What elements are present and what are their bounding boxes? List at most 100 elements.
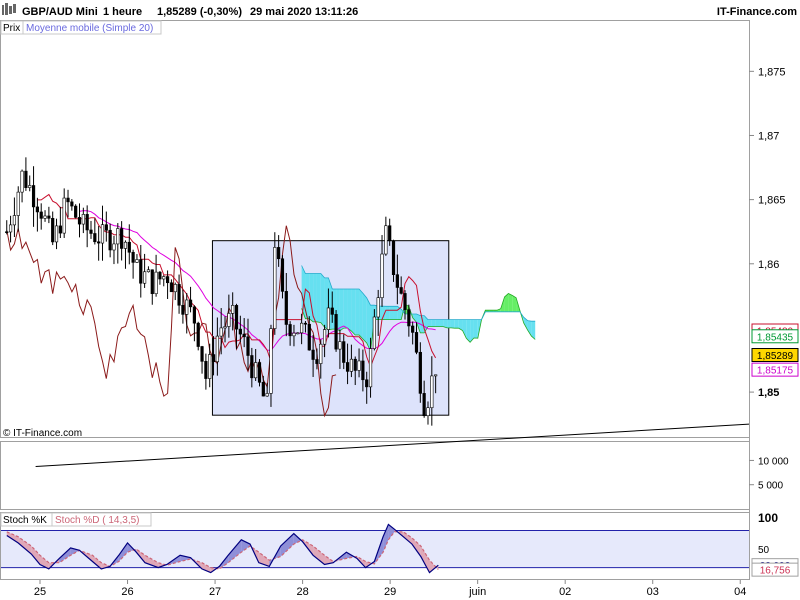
candle-body <box>47 215 51 219</box>
cloud-segment <box>343 289 348 329</box>
candle-body <box>208 354 212 379</box>
candle-body <box>104 224 108 231</box>
cloud-segment <box>393 306 398 320</box>
candle-body <box>51 218 55 243</box>
candle-body <box>127 241 131 253</box>
candle-body <box>93 233 97 243</box>
candle-body <box>116 228 120 245</box>
cloud-segment <box>439 319 444 327</box>
cloud-segment <box>316 273 321 323</box>
candle-body <box>188 299 193 308</box>
candle-body <box>150 269 154 295</box>
candle-body <box>100 224 105 244</box>
candle-body <box>196 322 200 347</box>
candle-body <box>108 229 112 251</box>
candle-body <box>242 333 246 338</box>
candle-body <box>273 247 277 329</box>
candle-body <box>112 243 116 251</box>
candle-body <box>391 240 396 275</box>
candle-body <box>223 326 227 329</box>
y-tick-label: 1,87 <box>758 130 779 142</box>
candle-body <box>368 348 373 388</box>
cloud-segment <box>355 289 360 335</box>
candle-body <box>143 271 147 284</box>
candle-body <box>54 225 59 243</box>
candle-body <box>277 247 281 260</box>
legend-ma-label: Moyenne mobile (Simple 20) <box>26 23 153 34</box>
candle-body <box>388 225 392 242</box>
candle-body <box>28 185 32 188</box>
cloud-segment <box>359 289 363 339</box>
cloud-segment <box>313 273 317 322</box>
candle-body <box>326 307 331 330</box>
candle-body <box>234 305 239 330</box>
cloud-segment <box>450 319 455 329</box>
candle-body <box>89 229 93 234</box>
cloud-segment <box>385 306 390 320</box>
candle-body <box>120 228 124 249</box>
x-tick-label: 03 <box>647 586 659 598</box>
legend-price-label: Prix <box>3 23 20 34</box>
cloud-segment <box>447 319 451 328</box>
candle-body <box>231 305 235 314</box>
candle-body <box>300 322 304 334</box>
candle-body <box>165 276 170 284</box>
cloud-segment <box>320 273 325 328</box>
candle-body <box>204 361 208 379</box>
candle-body <box>376 297 380 318</box>
candle-body <box>227 313 231 327</box>
cloud-segment <box>431 319 436 327</box>
candle-body <box>39 211 43 219</box>
candle-body <box>31 185 36 208</box>
candle-body <box>265 393 269 397</box>
candle-body <box>81 214 85 225</box>
y-tick-label: 1,86 <box>758 259 779 271</box>
price-tag-label: 1,85289 <box>757 351 794 362</box>
x-tick-label: 02 <box>559 586 571 598</box>
candle-body <box>177 284 181 306</box>
candle-body <box>288 324 292 337</box>
candle-body <box>334 314 338 350</box>
candle-body <box>357 360 361 371</box>
candle-body <box>303 322 308 325</box>
candle-body <box>173 284 177 293</box>
candle-body <box>5 231 9 234</box>
candle-body <box>269 328 273 394</box>
candle-body <box>353 358 357 371</box>
candle-body <box>77 217 82 225</box>
candle-body <box>97 241 101 244</box>
stoch-tick-label: 100 <box>758 511 778 525</box>
candle-body <box>219 327 223 337</box>
brand-label: IT-Finance.com <box>717 6 797 18</box>
candle-body <box>74 205 78 218</box>
candle-body <box>35 206 39 213</box>
candle-body <box>154 271 158 295</box>
candle-body <box>330 307 334 315</box>
candle-body <box>342 341 346 363</box>
candle-body <box>280 258 285 292</box>
candle-body <box>200 346 204 362</box>
price-tag-label: 1,85435 <box>757 332 794 343</box>
timeframe-label: 1 heure <box>103 6 142 18</box>
x-tick-label: 26 <box>121 586 133 598</box>
candle-body <box>430 375 434 409</box>
cloud-segment <box>347 289 352 332</box>
datetime-label: 29 mai 2020 13:11:26 <box>250 6 358 18</box>
candle-body <box>426 407 430 417</box>
candle-body <box>135 259 139 263</box>
candle-body <box>380 253 384 298</box>
candle-body <box>24 170 28 188</box>
volume-tick-label: 5 000 <box>758 481 783 492</box>
candle-body <box>162 276 166 280</box>
y-tick-label: 1,865 <box>758 195 786 207</box>
candle-body <box>311 349 315 360</box>
candle-body <box>16 191 20 216</box>
candle-body <box>62 197 66 234</box>
candle-body <box>215 335 219 363</box>
instrument-name: GBP/AUD Mini <box>22 6 98 18</box>
candle-body <box>238 328 242 335</box>
candle-body <box>349 358 353 372</box>
candle-body <box>185 299 189 315</box>
y-tick-label: 1,85 <box>758 387 779 399</box>
volume-panel <box>0 441 750 510</box>
